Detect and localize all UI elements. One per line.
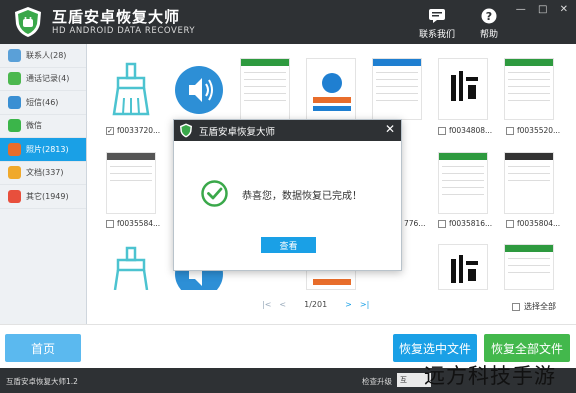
sidebar-item-label: 其它(1949)	[26, 191, 69, 201]
dialog-close-button[interactable]: ✕	[385, 122, 395, 136]
help-button[interactable]: ? 帮助	[467, 8, 511, 40]
checkbox[interactable]	[506, 126, 514, 135]
version-label: 互盾安卓恢复大师1.2	[6, 377, 78, 386]
thumbnail-caption[interactable]: f0035584...	[106, 219, 160, 228]
wechat-icon	[8, 119, 21, 133]
success-check-icon	[201, 180, 228, 207]
close-button[interactable]: ✕	[560, 4, 568, 15]
recover-all-button[interactable]: 恢复全部文件	[484, 334, 570, 362]
checked-checkbox[interactable]: ✓	[106, 126, 114, 135]
last-page-button[interactable]: >|	[360, 300, 369, 309]
sidebar-item-documents[interactable]: 文档(337)	[0, 162, 86, 185]
help-label: 帮助	[479, 30, 498, 40]
chat-icon	[429, 9, 445, 23]
check-update-link[interactable]: 检查升级	[362, 376, 392, 387]
sidebar-item-other[interactable]: 其它(1949)	[0, 185, 86, 209]
sidebar-item-calls[interactable]: 通话记录(4)	[0, 68, 86, 91]
contact-us-button[interactable]: 联系我们	[415, 8, 459, 40]
broom-icon	[112, 62, 150, 116]
photo-thumbnail[interactable]	[438, 58, 488, 120]
sidebar-item-label: 照片(2813)	[26, 144, 69, 154]
dialog-title: 互盾安卓恢复大师	[199, 127, 276, 138]
thumbnail-caption[interactable]: 776...	[404, 219, 425, 228]
first-page-button[interactable]: |<	[262, 300, 271, 309]
thumbnail-caption[interactable]: f0035804...	[506, 219, 560, 228]
watermark-text: 远方科技手游	[424, 364, 556, 388]
photo-thumbnail[interactable]	[306, 58, 356, 120]
calligraphy-image-icon	[451, 71, 478, 101]
category-sidebar: 联系人(28) 通话记录(4) 短信(46) 微信 照片(2813) 文档(33…	[0, 44, 87, 324]
photo-thumbnail[interactable]	[106, 58, 156, 120]
shield-logo-icon	[15, 7, 41, 37]
photo-thumbnail[interactable]	[372, 58, 422, 120]
title-bar: 互盾安卓恢复大师 HD ANDROID DATA RECOVERY 联系我们 ?…	[0, 0, 576, 44]
sidebar-item-label: 短信(46)	[26, 97, 59, 107]
sms-icon	[8, 95, 21, 109]
logo-image-icon	[313, 73, 351, 111]
document-icon	[8, 166, 21, 180]
photo-thumbnail[interactable]	[438, 244, 488, 290]
phone-icon	[8, 72, 21, 86]
thumbnail-caption[interactable]: f0035816...	[438, 219, 492, 228]
select-all-label: 选择全部	[524, 302, 556, 311]
thumbnail-caption[interactable]: f0035520...	[506, 126, 560, 135]
photo-thumbnail[interactable]	[438, 152, 488, 214]
checkbox[interactable]	[106, 219, 114, 228]
photo-thumbnail[interactable]	[504, 152, 554, 214]
calligraphy-image-icon	[451, 255, 478, 283]
other-icon	[8, 189, 21, 203]
next-page-button[interactable]: >	[345, 300, 352, 309]
help-icon: ?	[481, 8, 497, 24]
completion-dialog: 互盾安卓恢复大师 ✕ 恭喜您，数据恢复已完成！ 查看	[173, 119, 402, 271]
sidebar-item-contacts[interactable]: 联系人(28)	[0, 44, 86, 68]
page-indicator: 1/201	[304, 300, 328, 309]
sidebar-item-label: 通话记录(4)	[26, 74, 70, 84]
window-controls: — □ ✕	[507, 4, 568, 15]
checkbox[interactable]	[438, 126, 446, 135]
recover-selected-button[interactable]: 恢复选中文件	[393, 334, 477, 362]
photo-thumbnail[interactable]	[504, 244, 554, 290]
thumbnail-caption[interactable]: f0034808...	[438, 126, 492, 135]
sidebar-item-label: 文档(337)	[26, 168, 64, 178]
sidebar-item-label: 微信	[26, 121, 42, 131]
app-subtitle: HD ANDROID DATA RECOVERY	[52, 26, 196, 36]
select-all-toggle[interactable]: 选择全部	[512, 301, 556, 312]
svg-text:?: ?	[486, 10, 492, 23]
photo-thumbnail[interactable]	[240, 58, 290, 120]
minimize-button[interactable]: —	[516, 4, 526, 15]
maximize-button[interactable]: □	[538, 4, 547, 15]
contacts-icon	[8, 48, 21, 62]
photo-thumbnail[interactable]	[174, 58, 224, 120]
broom-icon	[113, 246, 149, 290]
pagination: |< < 1/201 > >|	[258, 300, 373, 309]
dialog-message: 恭喜您，数据恢复已完成！	[242, 191, 362, 202]
photo-thumbnail[interactable]	[504, 58, 554, 120]
sidebar-item-photos[interactable]: 照片(2813)	[0, 138, 86, 162]
thumbnail-caption[interactable]: ✓ f0033720...	[106, 126, 160, 135]
speaker-icon	[175, 66, 223, 114]
prev-page-button[interactable]: <	[279, 300, 286, 309]
sidebar-item-label: 联系人(28)	[26, 50, 67, 60]
sidebar-item-sms[interactable]: 短信(46)	[0, 91, 86, 115]
contact-us-label: 联系我们	[418, 30, 455, 40]
photo-thumbnail[interactable]	[106, 152, 156, 214]
photo-thumbnail[interactable]	[106, 244, 156, 290]
photo-icon	[8, 142, 21, 156]
dialog-header: 互盾安卓恢复大师 ✕	[174, 120, 401, 141]
app-title: 互盾安卓恢复大师	[52, 8, 181, 26]
shield-logo-icon	[180, 123, 192, 138]
sidebar-item-wechat[interactable]: 微信	[0, 115, 86, 138]
checkbox[interactable]	[506, 219, 514, 228]
select-all-checkbox[interactable]	[512, 302, 520, 311]
view-button[interactable]: 查看	[261, 237, 316, 253]
checkbox[interactable]	[438, 219, 446, 228]
home-button[interactable]: 首页	[5, 334, 81, 362]
